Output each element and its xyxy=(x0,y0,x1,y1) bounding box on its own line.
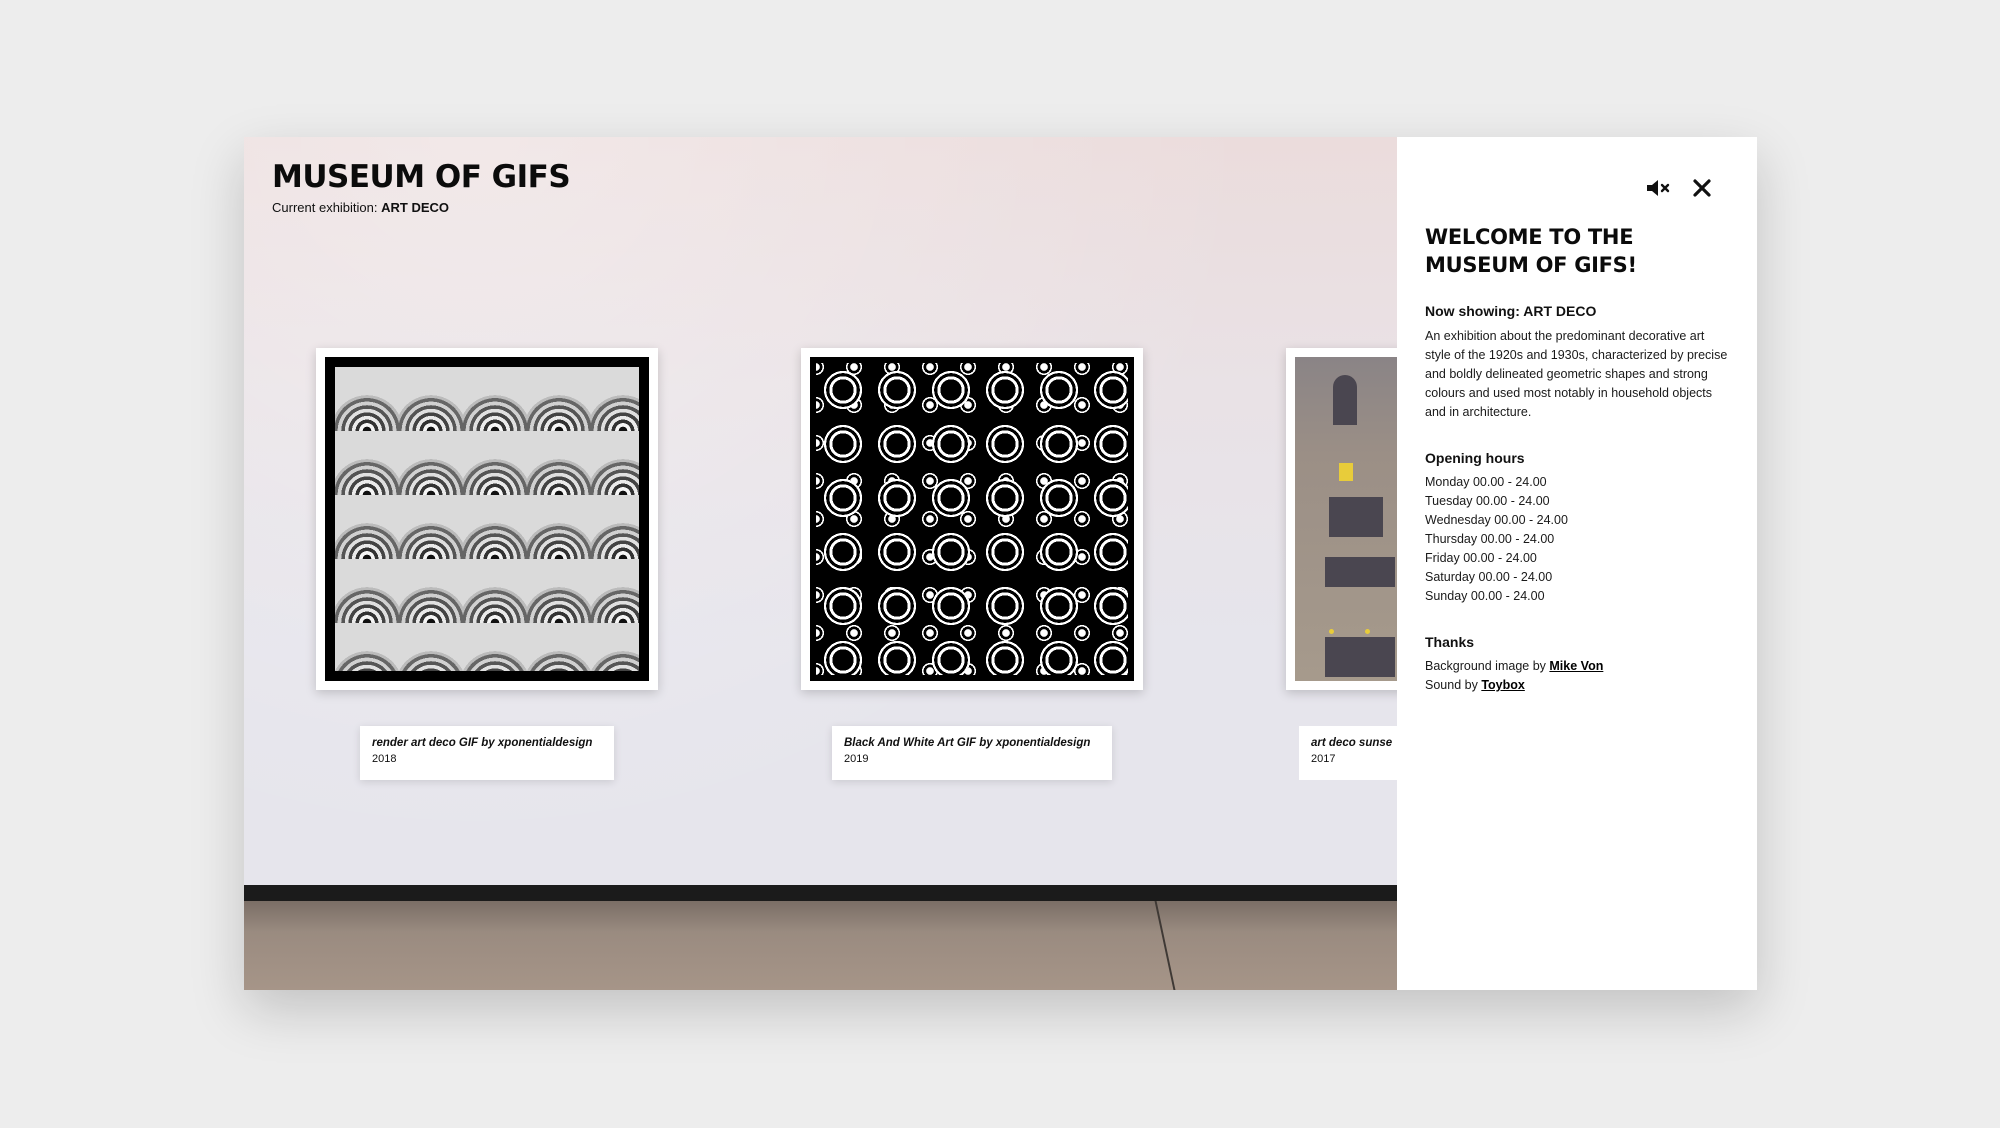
current-exhibition: Current exhibition: ART DECO xyxy=(272,200,449,215)
now-showing-heading: Now showing: ART DECO xyxy=(1425,303,1597,319)
credit-link-toybox[interactable]: Toybox xyxy=(1481,678,1525,692)
hours-item: Tuesday 00.00 - 24.00 xyxy=(1425,494,1550,508)
hours-item: Friday 00.00 - 24.00 xyxy=(1425,551,1537,565)
panel-controls xyxy=(1645,175,1715,201)
exhibition-description: An exhibition about the predominant deco… xyxy=(1425,329,1728,419)
exhibition-prefix: Current exhibition: xyxy=(272,200,378,215)
artwork-frame-2[interactable] xyxy=(801,348,1143,690)
opening-hours-heading: Opening hours xyxy=(1425,450,1525,466)
hours-item: Sunday 00.00 - 24.00 xyxy=(1425,589,1545,603)
artwork-caption-2: Black And White Art GIF by xponentialdes… xyxy=(832,726,1112,780)
welcome-heading: WELCOME TO THE MUSEUM OF GIFS! xyxy=(1425,225,1637,277)
artwork-year: 2018 xyxy=(372,753,397,765)
gallery-wall: MUSEUM OF GIFS Current exhibition: ART D… xyxy=(244,137,1397,990)
artwork-image-arches xyxy=(335,367,639,671)
hours-item: Monday 00.00 - 24.00 xyxy=(1425,475,1547,489)
artwork-frame-3[interactable] xyxy=(1286,348,1397,690)
thanks-heading: Thanks xyxy=(1425,634,1475,650)
artwork-title: render art deco GIF by xponentialdesign xyxy=(372,737,593,749)
artwork-title: art deco sunse xyxy=(1311,737,1393,749)
hours-item: Wednesday 00.00 - 24.00 xyxy=(1425,513,1568,527)
artwork-frame-1[interactable] xyxy=(316,348,658,690)
credit-link-mike-von[interactable]: Mike Von xyxy=(1549,659,1603,673)
gallery-floor xyxy=(244,901,1397,990)
hours-item: Saturday 00.00 - 24.00 xyxy=(1425,570,1553,584)
artwork-title: Black And White Art GIF by xponentialdes… xyxy=(844,737,1091,749)
artwork-caption-1: render art deco GIF by xponentialdesign … xyxy=(360,726,614,780)
info-panel: WELCOME TO THE MUSEUM OF GIFS! Now showi… xyxy=(1397,137,1757,990)
opening-hours-list: Monday 00.00 - 24.00 Tuesday 00.00 - 24.… xyxy=(1425,473,1729,606)
hours-item: Thursday 00.00 - 24.00 xyxy=(1425,532,1555,546)
artwork-year: 2017 xyxy=(1311,753,1336,765)
credits: Background image by Mike Von Sound by To… xyxy=(1425,657,1729,695)
credit-sound: Sound by Toybox xyxy=(1425,678,1525,692)
artwork-image-building xyxy=(1295,357,1397,681)
artwork-image-circles xyxy=(816,363,1128,675)
artwork-year: 2019 xyxy=(844,753,869,765)
artwork-caption-3: art deco sunse 2017 xyxy=(1299,726,1397,780)
baseboard xyxy=(244,885,1397,901)
mute-icon[interactable] xyxy=(1645,175,1671,201)
credit-background: Background image by Mike Von xyxy=(1425,659,1604,673)
close-icon[interactable] xyxy=(1689,175,1715,201)
museum-window: MUSEUM OF GIFS Current exhibition: ART D… xyxy=(244,137,1757,990)
site-title: MUSEUM OF GIFS xyxy=(272,159,571,195)
exhibition-name: ART DECO xyxy=(381,200,450,215)
